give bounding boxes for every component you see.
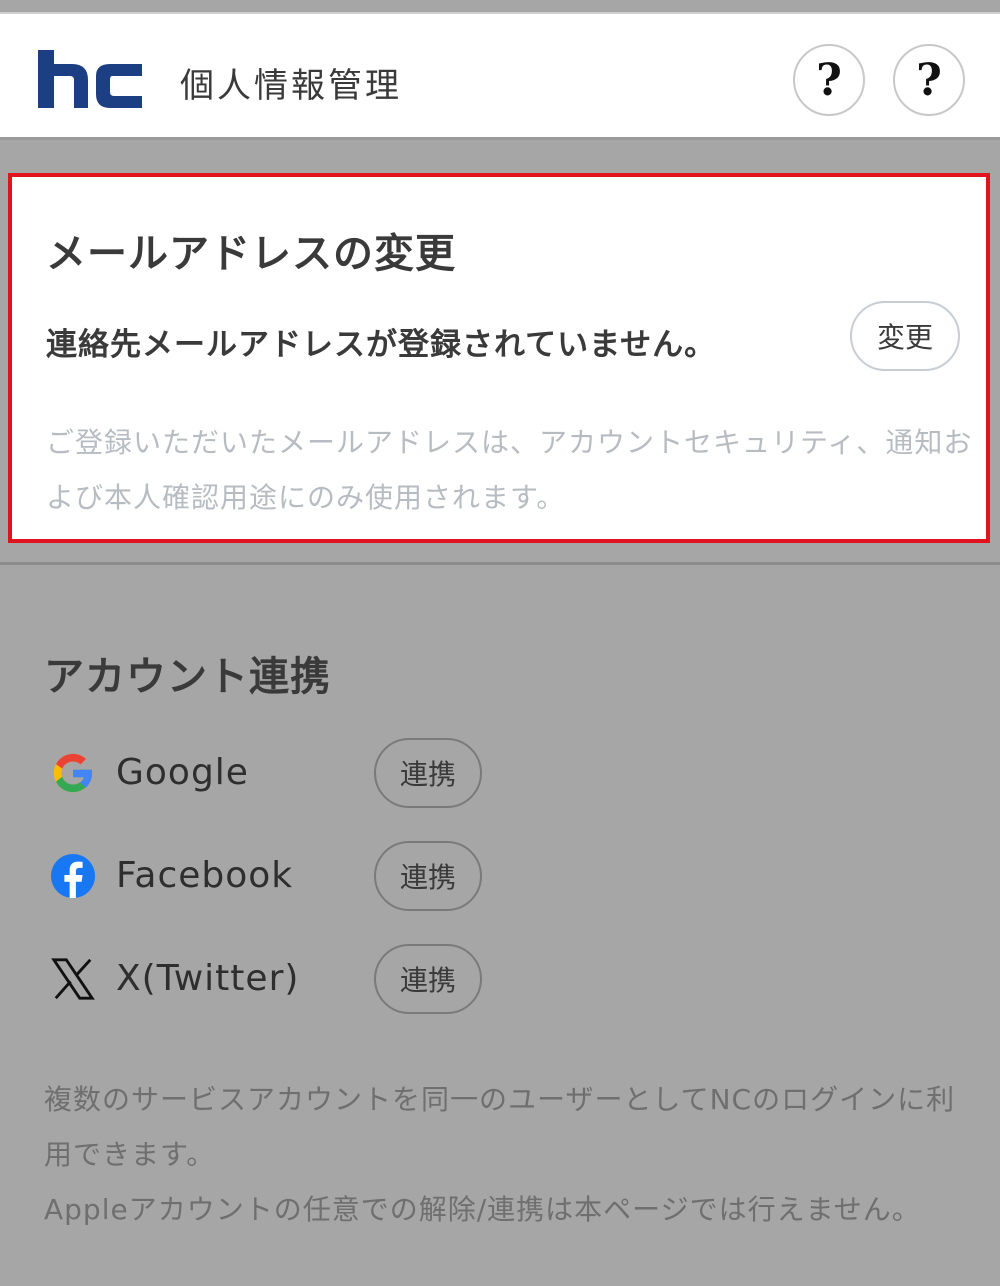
email-description: ご登録いただいたメールアドレスは、アカウントセキュリティ、通知および本人確認用途… [46, 426, 973, 514]
account-row-x: X(Twitter) 連携 [44, 944, 504, 1014]
x-icon [51, 958, 95, 1000]
google-icon [53, 753, 93, 793]
google-label: Google [116, 752, 249, 793]
help-button-2[interactable]: ? [893, 44, 965, 116]
help-button[interactable]: ? [793, 44, 865, 116]
page-title: 個人情報管理 [180, 66, 402, 106]
account-row-google: Google 連携 [44, 738, 504, 808]
section-divider [0, 562, 1000, 565]
email-section-title: メールアドレスの変更 [46, 231, 456, 277]
link-facebook-button[interactable]: 連携 [374, 841, 482, 911]
linking-note-2: Appleアカウントの任意での解除/連携は本ページでは行えません。 [44, 1193, 921, 1226]
account-linking-title: アカウント連携 [44, 654, 331, 700]
account-row-facebook: Facebook 連携 [44, 841, 504, 911]
top-edge [0, 0, 1000, 14]
facebook-icon [50, 853, 96, 899]
email-status-text: 連絡先メールアドレスが登録されていません。 [46, 327, 717, 363]
facebook-label: Facebook [116, 855, 294, 896]
nc-logo [38, 50, 142, 108]
email-change-card: メールアドレスの変更 連絡先メールアドレスが登録されていません。 変更 ご登録い… [8, 173, 990, 543]
account-linking-note: 複数のサービスアカウントを同一のユーザーとしてNCのログインに利用できます。 A… [44, 1072, 964, 1237]
app-header: 個人情報管理 ? ? [0, 14, 1000, 140]
overlay-band [0, 143, 1000, 165]
link-google-button[interactable]: 連携 [374, 738, 482, 808]
change-email-button[interactable]: 変更 [850, 301, 960, 371]
link-x-button[interactable]: 連携 [374, 944, 482, 1014]
linking-note-1: 複数のサービスアカウントを同一のユーザーとしてNCのログインに利用できます。 [44, 1083, 956, 1171]
x-label: X(Twitter) [116, 958, 300, 999]
